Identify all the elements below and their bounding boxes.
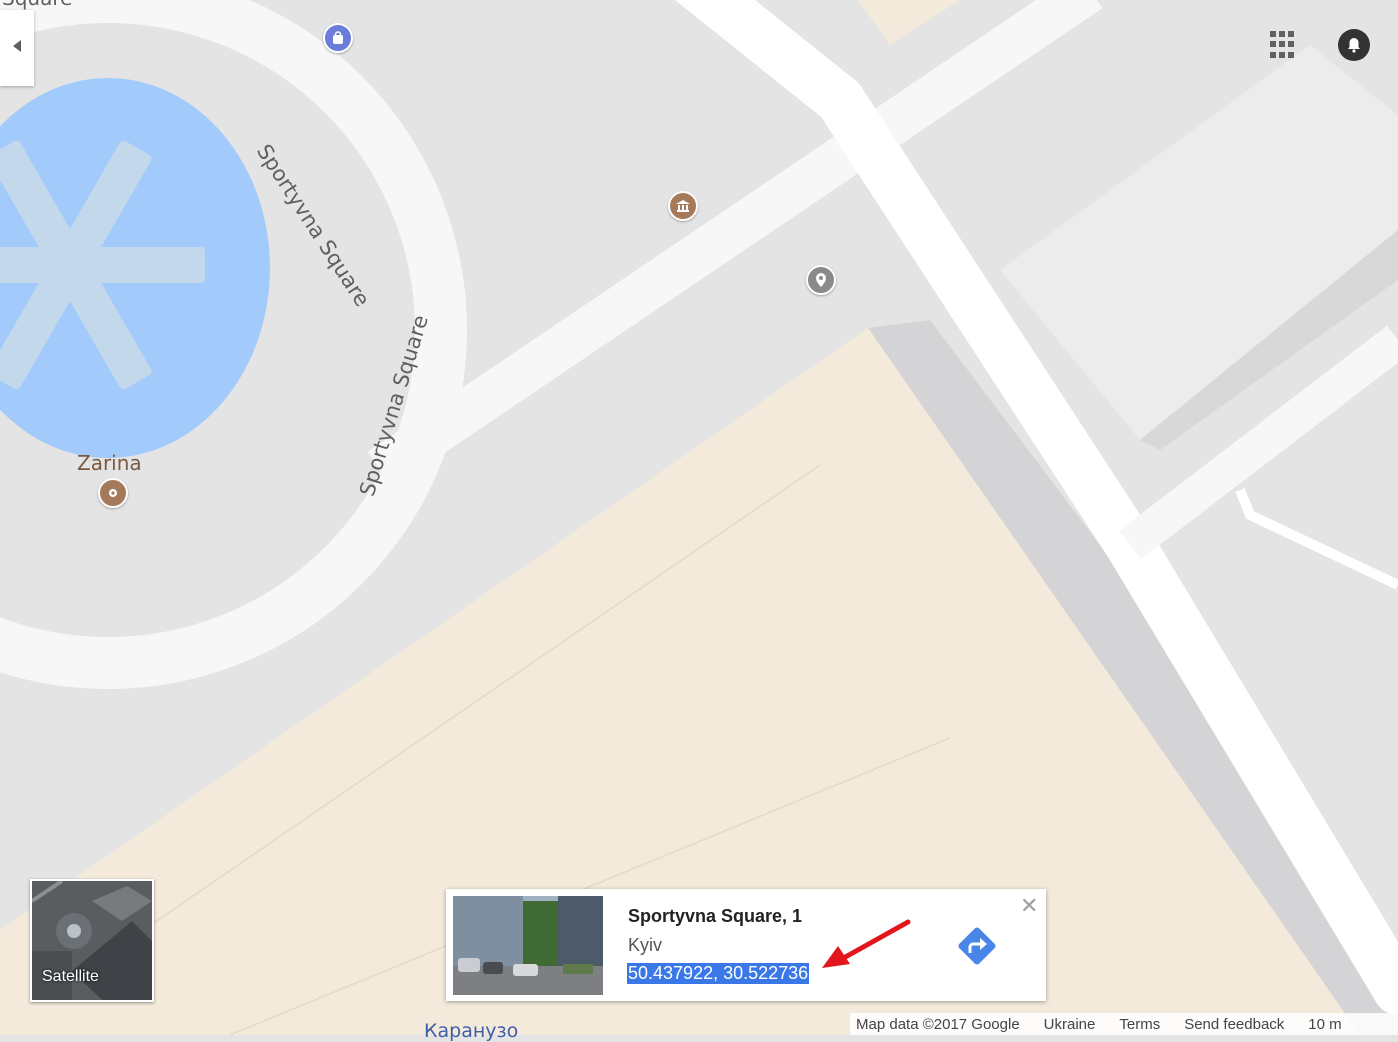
street-label-top-cut: Square	[2, 0, 72, 10]
place-card: Sportyvna Square, 1 Kyiv 50.437922, 30.5…	[446, 889, 1046, 1001]
close-icon[interactable]: ✕	[1020, 895, 1038, 917]
street-view-thumbnail[interactable]	[453, 896, 603, 995]
shopping-bag-icon[interactable]	[323, 23, 353, 53]
street-label-bottom-cut: Каранузо	[424, 1020, 519, 1042]
satellite-label: Satellite	[42, 968, 99, 985]
pin-icon[interactable]	[806, 265, 836, 295]
map-footer: Map data ©2017 Google Ukraine Terms Send…	[850, 1013, 1398, 1035]
send-feedback-link[interactable]: Send feedback	[1184, 1016, 1284, 1033]
poi-label-zarina: Zarina	[77, 451, 142, 475]
map-graphics	[0, 0, 1398, 1036]
region-link[interactable]: Ukraine	[1044, 1016, 1096, 1033]
terms-link[interactable]: Terms	[1119, 1016, 1160, 1033]
triangle-left-icon	[12, 39, 22, 57]
collapse-panel-button[interactable]	[0, 10, 34, 86]
bell-icon[interactable]	[1338, 29, 1370, 61]
annotation-arrow	[822, 919, 911, 968]
place-title: Sportyvna Square, 1	[628, 906, 803, 926]
map-data-attribution: Map data ©2017 Google	[856, 1015, 1020, 1033]
food-icon[interactable]	[98, 478, 128, 508]
place-coordinates[interactable]: 50.437922, 30.522736	[627, 963, 810, 984]
grid-icon[interactable]	[1270, 31, 1298, 59]
map-canvas[interactable]: Square Sportyvna Square Sportyvna Square…	[0, 0, 1398, 1042]
place-city: Kyiv	[628, 935, 663, 955]
satellite-toggle[interactable]: Satellite	[30, 879, 154, 1002]
directions-icon[interactable]	[954, 923, 1000, 969]
museum-icon[interactable]	[668, 191, 698, 221]
scale-indicator[interactable]: 10 m	[1308, 1016, 1341, 1033]
